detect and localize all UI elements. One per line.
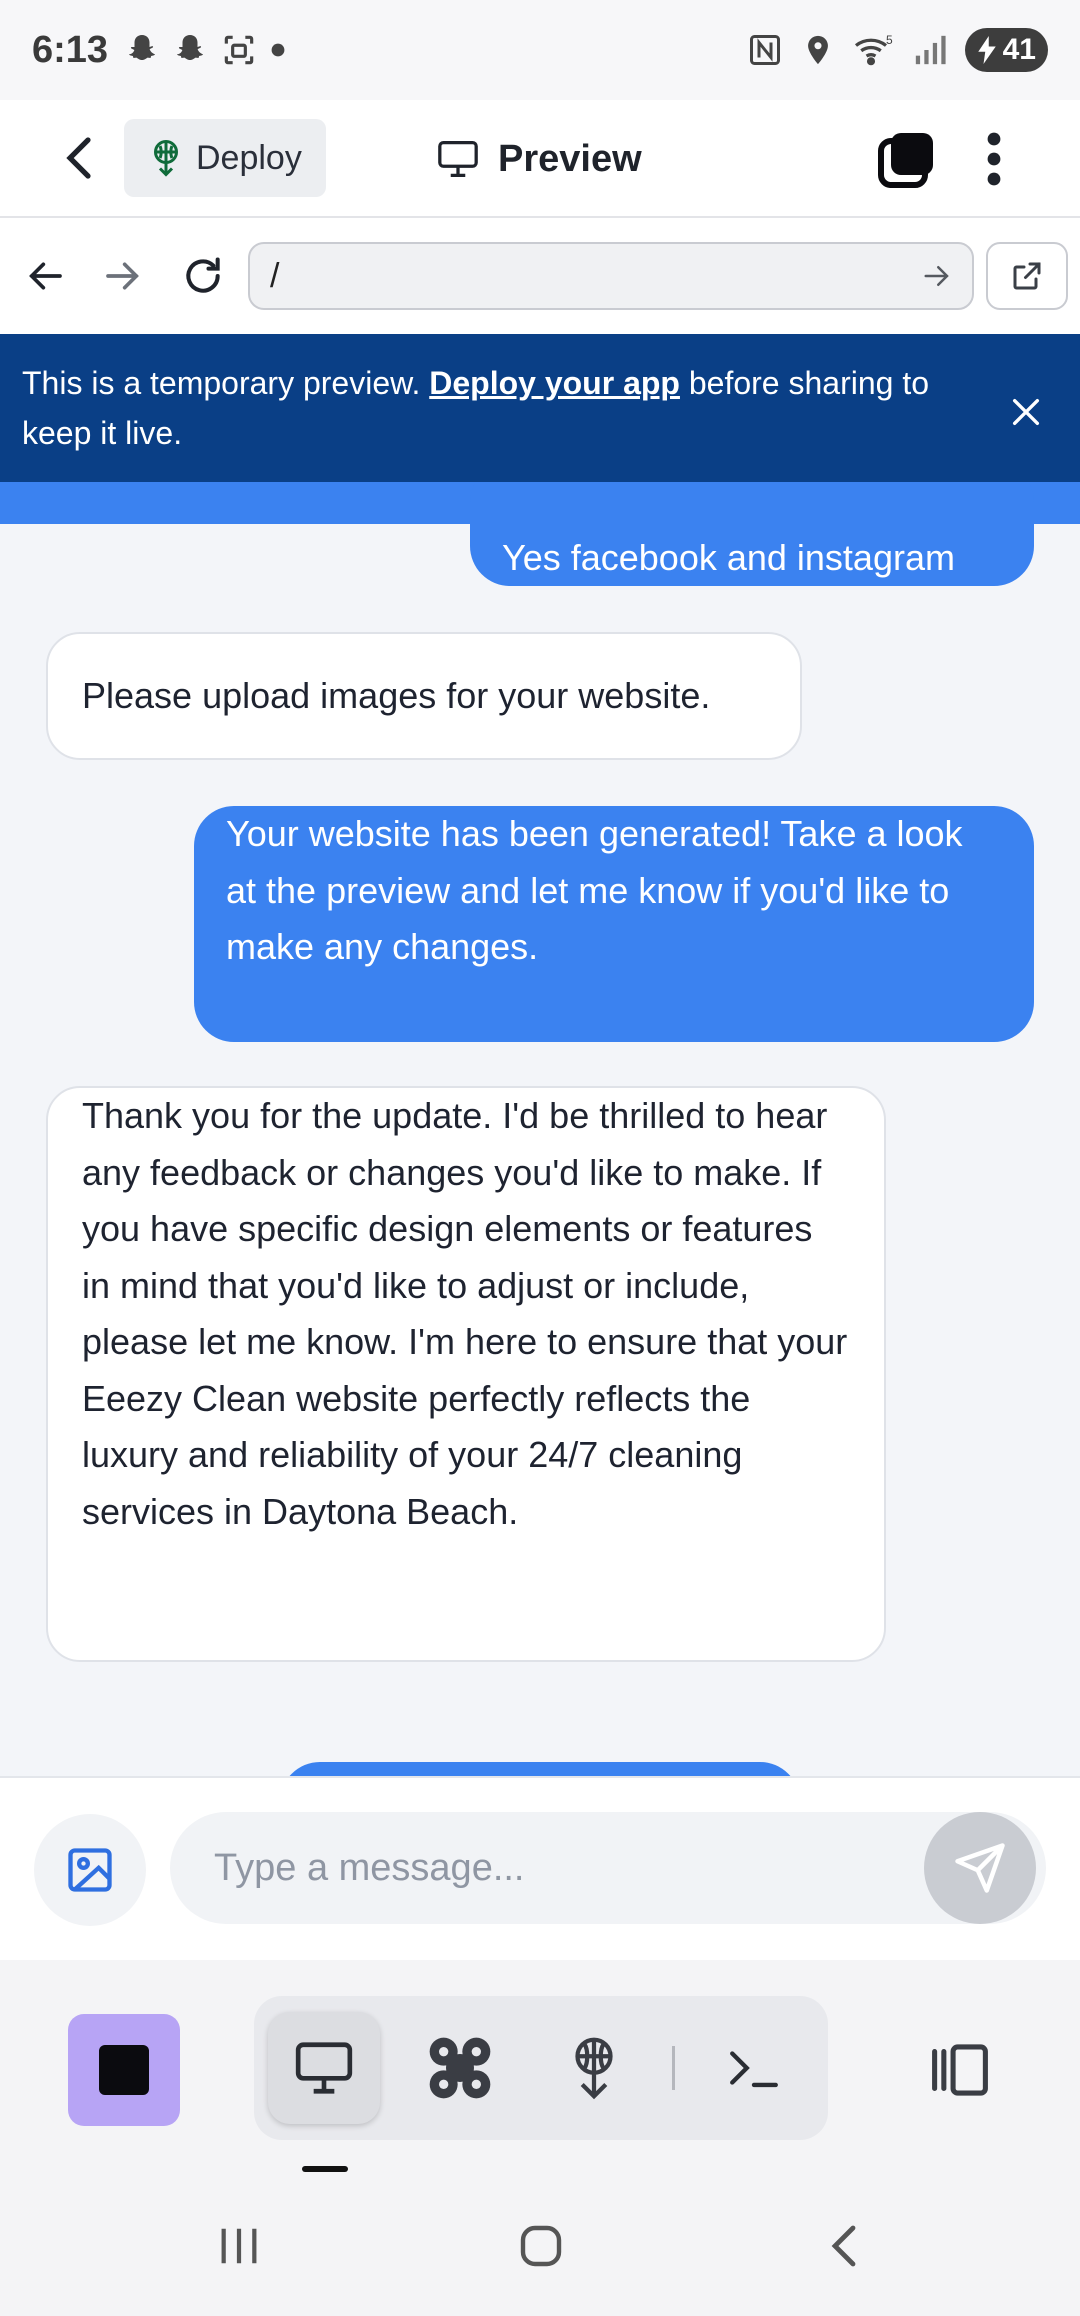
url-value: / [270, 256, 280, 295]
message-text: Thank you for the update. I'd be thrille… [82, 1095, 848, 1532]
dot-icon [271, 43, 285, 57]
tabs-button[interactable] [864, 116, 950, 202]
chat-messages[interactable]: Yes facebook and instagram Please upload… [0, 482, 1080, 1776]
message-user: Yes facebook and instagram [470, 482, 1034, 586]
home-icon [520, 2225, 562, 2267]
bottom-toolbar [0, 1960, 1080, 2176]
tool-tabs [254, 1996, 828, 2140]
deploy-icon [575, 2037, 613, 2100]
chevron-left-icon [66, 137, 91, 179]
deploy-app-link[interactable]: Deploy your app [429, 365, 680, 401]
preview-title-text: Preview [498, 137, 642, 180]
recents-icon [221, 2228, 257, 2264]
battery-level: 41 [1002, 33, 1036, 66]
system-navigation-bar [0, 2176, 1080, 2316]
tab-preview[interactable] [268, 2012, 380, 2124]
browser-back-button[interactable] [10, 241, 80, 311]
message-bot: Please upload images for your website. [46, 632, 802, 760]
open-external-button[interactable] [986, 242, 1068, 310]
system-back-button[interactable] [800, 2206, 890, 2286]
browser-url-bar: / [0, 218, 1080, 334]
more-vertical-icon [987, 132, 1001, 186]
panel-toggle-icon [932, 2044, 988, 2096]
image-icon [68, 1848, 112, 1892]
arrow-right-icon [924, 266, 949, 286]
wifi-icon: 5 [854, 33, 893, 66]
temporary-preview-banner: This is a temporary preview. Deploy your… [0, 334, 1080, 482]
app-header: Deploy Preview [0, 100, 1080, 218]
external-link-icon [1013, 262, 1041, 290]
tab-shell[interactable] [698, 2012, 810, 2124]
page-title: Preview [436, 122, 642, 196]
message-text: Your website has been generated! Take a … [226, 813, 963, 967]
attach-image-button[interactable] [34, 1814, 146, 1926]
reload-icon [186, 257, 220, 293]
message-text: Please upload images for your website. [82, 674, 711, 716]
more-options-button[interactable] [964, 116, 1024, 202]
location-icon [807, 35, 828, 65]
deploy-label: Deploy [196, 138, 302, 177]
nfc-icon [749, 35, 780, 65]
deploy-button[interactable]: Deploy [124, 119, 326, 197]
tab-deployments[interactable] [538, 2012, 650, 2124]
message-input[interactable] [170, 1812, 1046, 1924]
status-bar: 6:13 5 41 [0, 0, 1080, 100]
screenshot-icon [224, 35, 254, 65]
stop-icon [99, 2045, 149, 2095]
message-bot: Thank you for the update. I'd be thrille… [46, 1086, 886, 1662]
charging-icon [977, 36, 996, 64]
chevron-left-icon [831, 2225, 856, 2267]
banner-close-button[interactable] [998, 384, 1054, 440]
message-user-partial [280, 1762, 800, 1776]
monitor-icon [438, 140, 478, 177]
tabs-icon [878, 133, 933, 188]
active-tab-indicator [302, 2166, 348, 2172]
recents-button[interactable] [194, 2206, 284, 2286]
send-icon [955, 1843, 1005, 1893]
svg-text:5: 5 [886, 33, 893, 47]
toggle-panel-button[interactable] [904, 2014, 1016, 2126]
terminal-icon [730, 2051, 778, 2088]
status-time: 6:13 [32, 28, 109, 71]
send-button[interactable] [924, 1812, 1036, 1924]
status-notifications [124, 31, 286, 69]
back-button[interactable] [40, 118, 120, 198]
tab-agent[interactable] [404, 2012, 516, 2124]
battery-icon: 41 [964, 28, 1048, 72]
home-button[interactable] [496, 2206, 586, 2286]
message-text: Yes facebook and instagram [502, 536, 955, 578]
banner-text-before: This is a temporary preview. [22, 365, 421, 401]
arrow-right-icon [106, 262, 139, 290]
status-system-icons: 5 41 [747, 28, 1048, 72]
stop-button[interactable] [68, 2014, 180, 2126]
close-icon [1012, 398, 1040, 426]
url-go-button[interactable] [922, 261, 952, 291]
monitor-icon [295, 2042, 353, 2094]
snapchat-icon [129, 35, 156, 61]
url-input[interactable]: / [248, 242, 974, 310]
toolbar-divider [672, 2046, 675, 2090]
message-user: Your website has been generated! Take a … [194, 806, 1034, 1042]
signal-icon [915, 35, 946, 65]
arrow-left-icon [29, 262, 62, 290]
message-composer [0, 1776, 1080, 1960]
deploy-icon [154, 140, 178, 177]
browser-forward-button[interactable] [88, 241, 158, 311]
snapchat-icon [177, 35, 204, 61]
browser-reload-button[interactable] [168, 241, 238, 311]
agent-icon [429, 2037, 491, 2099]
